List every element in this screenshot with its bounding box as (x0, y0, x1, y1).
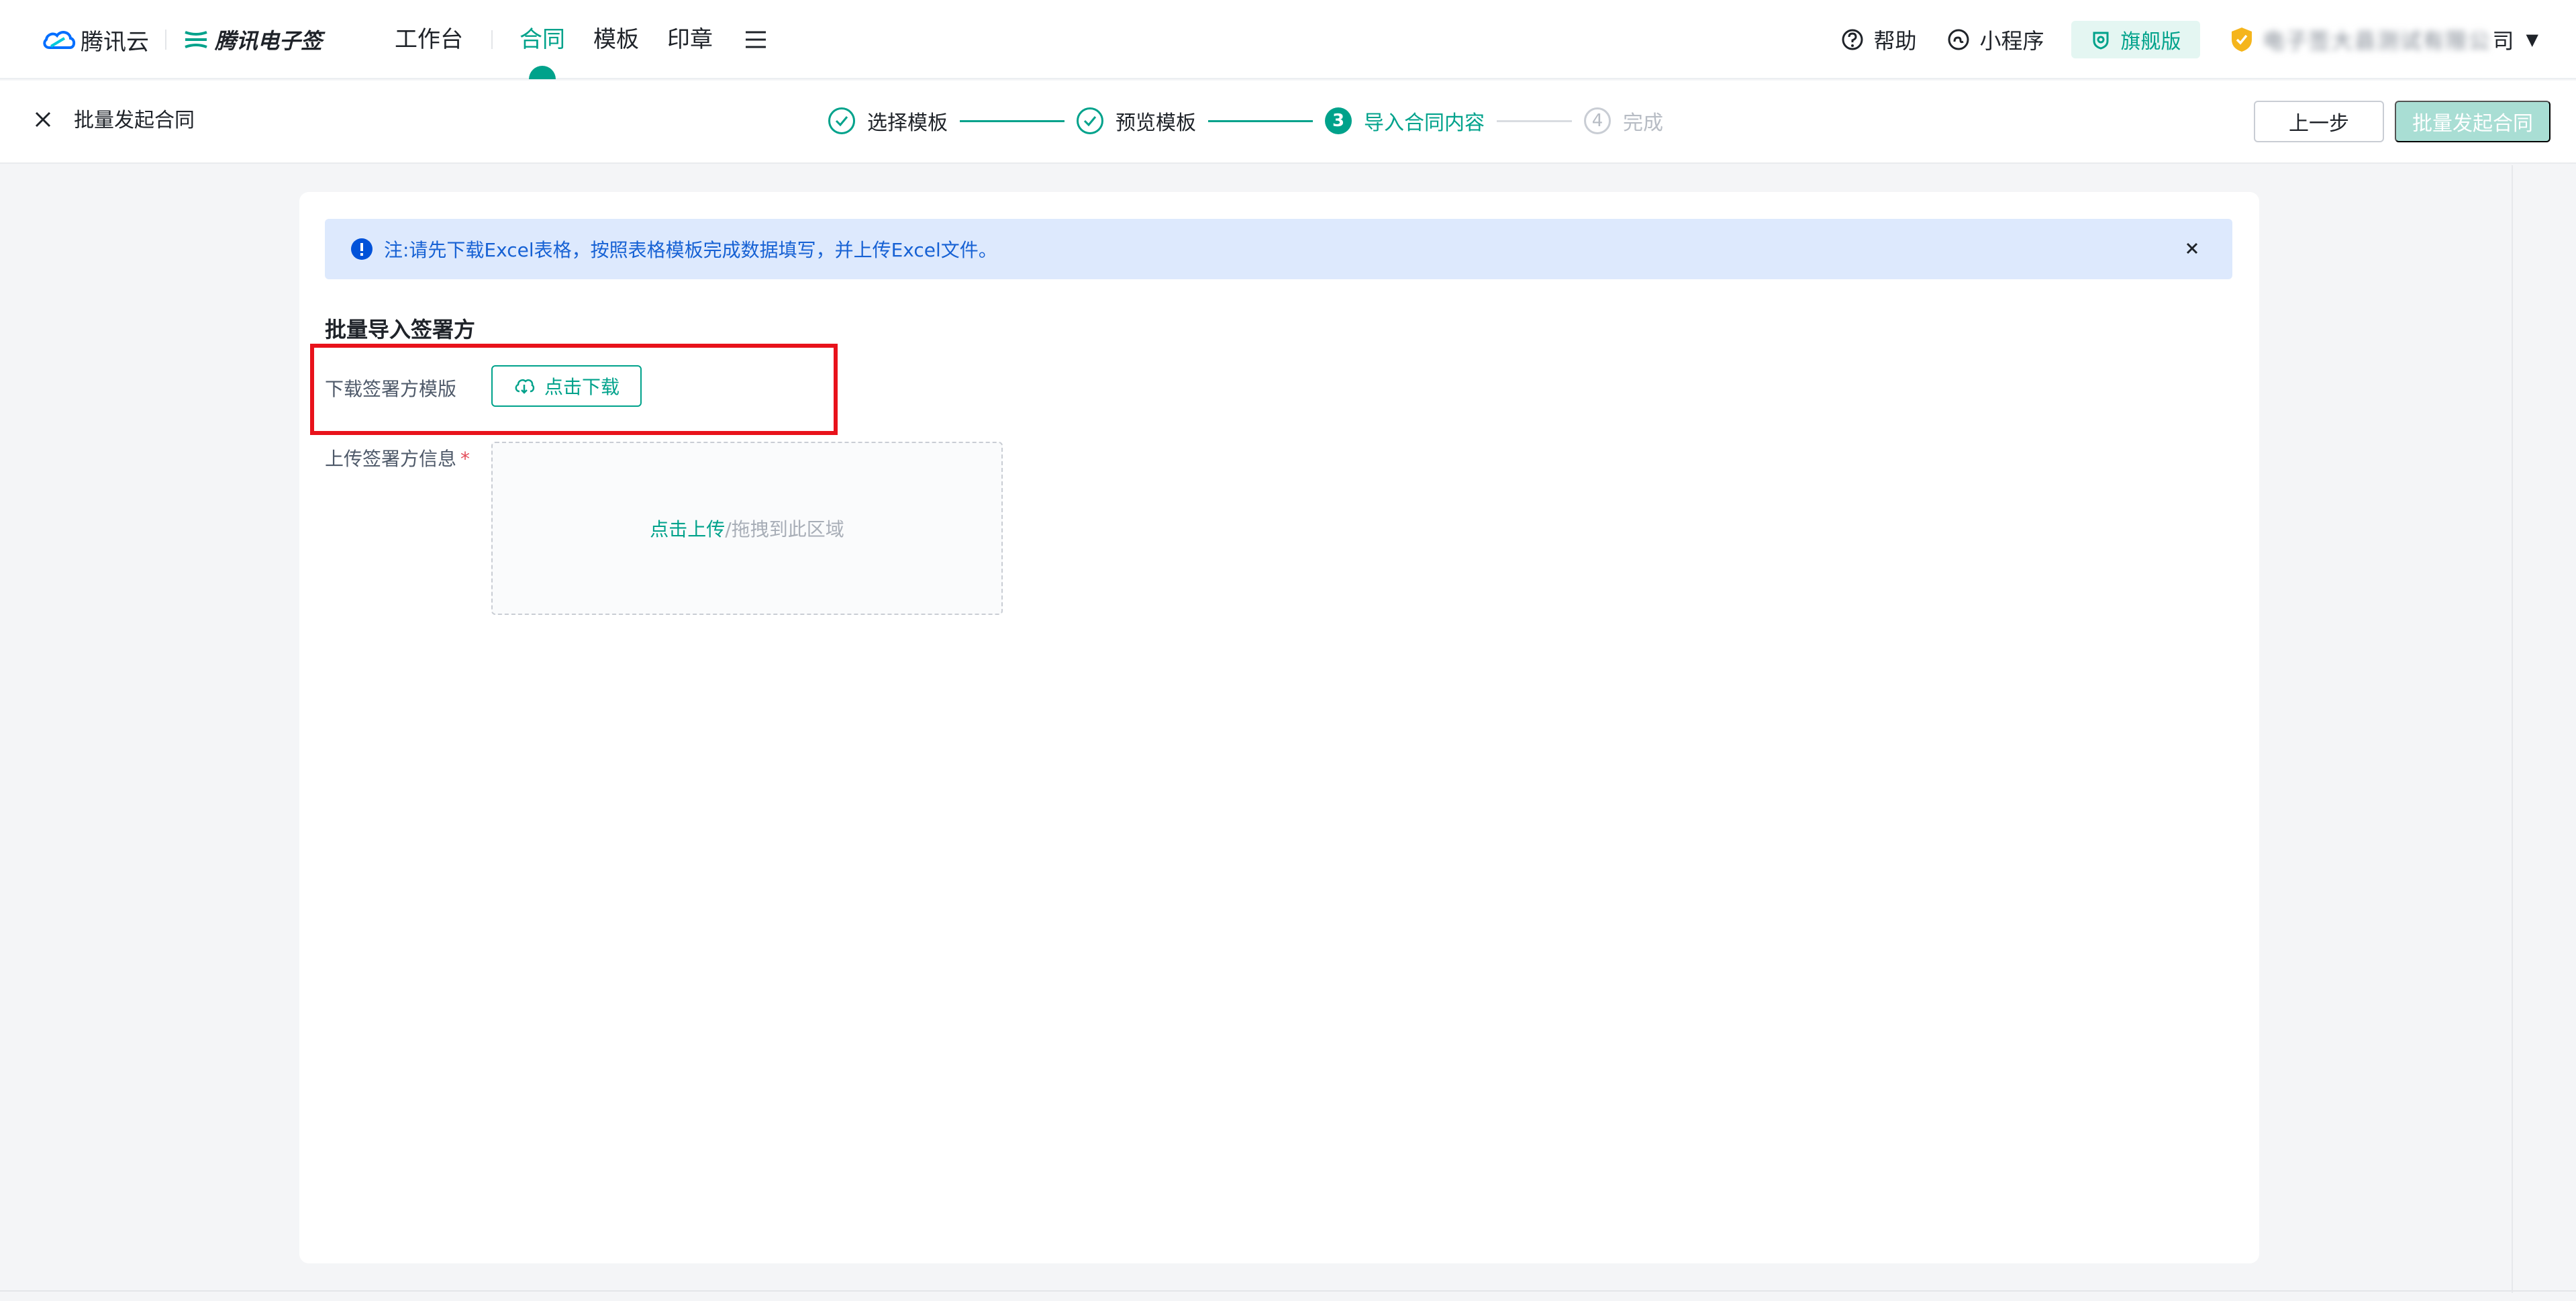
nav-divider (491, 30, 493, 49)
upload-dropzone[interactable]: 点击上传/拖拽到此区域 (491, 442, 1003, 615)
top-navbar: 腾讯云 腾讯电子签 工作台 合同 模板 印章 帮助 小程序 旗舰版 电子签大县测… (0, 0, 2576, 79)
check-icon (1077, 107, 1103, 134)
dismiss-notice-icon[interactable] (2183, 239, 2201, 258)
nav-workbench[interactable]: 工作台 (395, 20, 463, 59)
step-label: 导入合同内容 (1364, 111, 1485, 135)
mini-program-link[interactable]: 小程序 (1947, 24, 2044, 55)
tier-badge[interactable]: 旗舰版 (2071, 21, 2200, 58)
step-import-content: 3 导入合同内容 (1325, 106, 1485, 136)
nav-template[interactable]: 模板 (593, 20, 639, 59)
help-link[interactable]: 帮助 (1841, 24, 1916, 55)
company-name-tail: 司 (2492, 28, 2514, 54)
menu-icon[interactable] (744, 30, 768, 50)
step-label: 完成 (1623, 111, 1663, 135)
step-number: 3 (1325, 107, 1352, 134)
step-finish: 4 完成 (1584, 106, 1663, 136)
step-connector (960, 119, 1064, 122)
step-label: 选择模板 (867, 111, 948, 135)
required-mark: * (460, 448, 470, 470)
help-label: 帮助 (1873, 28, 1917, 54)
esign-brand-name: 腾讯电子签 (215, 28, 323, 54)
brand-separator (165, 30, 166, 50)
step-preview-template: 预览模板 (1077, 106, 1196, 136)
step-select-template: 选择模板 (828, 106, 948, 136)
caret-down-icon: ▼ (2526, 30, 2538, 49)
click-upload-link[interactable]: 点击上传 (650, 515, 725, 542)
bottom-divider (0, 1290, 2576, 1292)
info-icon (351, 238, 373, 260)
previous-step-button[interactable]: 上一步 (2254, 101, 2384, 142)
company-name-blurred: 电子签大县测试有限公 (2263, 28, 2491, 54)
upload-label-text: 上传签署方信息 (325, 448, 457, 470)
batch-submit-button[interactable]: 批量发起合同 (2395, 101, 2550, 142)
notice-banner: 注:请先下载Excel表格，按照表格模板完成数据填写，并上传Excel文件。 (325, 219, 2232, 279)
nav-contract[interactable]: 合同 (519, 20, 565, 59)
section-title: 批量导入签署方 (325, 317, 476, 342)
header-tools: 帮助 小程序 旗舰版 电子签大县测试有限公 司 ▼ (1810, 20, 2538, 59)
step-label: 预览模板 (1116, 111, 1196, 135)
page-title: 批量发起合同 (74, 109, 195, 132)
mini-program-label: 小程序 (1979, 28, 2044, 54)
nav-seal[interactable]: 印章 (667, 20, 713, 59)
tier-shield-icon (2093, 32, 2108, 50)
notice-text: 注:请先下载Excel表格，按照表格模板完成数据填写，并上传Excel文件。 (384, 239, 997, 261)
check-icon (828, 107, 855, 134)
esign-logo-icon (185, 31, 207, 48)
progress-steps: 选择模板 预览模板 3 导入合同内容 4 完成 (828, 103, 1663, 138)
company-switcher[interactable]: 电子签大县测试有限公 司 ▼ (2230, 24, 2538, 55)
drag-hint: /拖拽到此区域 (725, 518, 844, 540)
content-card: 注:请先下载Excel表格，按照表格模板完成数据填写，并上传Excel文件。 批… (299, 192, 2259, 1263)
mini-program-icon (1948, 29, 1969, 50)
main-nav: 工作台 合同 模板 印章 (395, 20, 768, 59)
tier-label: 旗舰版 (2120, 30, 2181, 54)
scrollbar-track[interactable] (2512, 165, 2513, 1293)
step-number: 4 (1584, 107, 1611, 134)
help-circle-icon (1842, 29, 1863, 50)
step-bar: 批量发起合同 选择模板 预览模板 3 导入合同内容 4 完成 上一步 批量发起合… (0, 81, 2576, 164)
step-connector (1208, 119, 1313, 122)
brand-logo[interactable]: 腾讯云 腾讯电子签 (40, 24, 323, 56)
verified-shield-icon (2231, 28, 2252, 52)
upload-signer-label: 上传签署方信息 * (325, 444, 470, 471)
tencent-cloud-name: 腾讯云 (81, 28, 149, 56)
highlight-annotation-box (310, 344, 838, 435)
tencent-cloud-icon (43, 31, 76, 49)
step-connector (1497, 119, 1572, 122)
close-icon[interactable] (31, 107, 55, 132)
